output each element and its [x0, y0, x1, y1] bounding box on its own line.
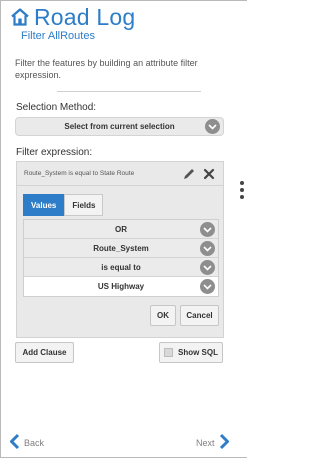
clause-row-value: Route_System	[93, 243, 149, 253]
clause-row-field[interactable]: Route_System	[24, 239, 218, 258]
ok-button[interactable]: OK	[150, 305, 176, 326]
clause-rows: OR Route_System is equal to US Highway	[23, 219, 219, 297]
clause-row-value: US Highway	[97, 282, 145, 291]
page-title: Road Log	[34, 4, 136, 30]
chevron-left-icon	[9, 433, 20, 452]
cancel-button[interactable]: Cancel	[180, 305, 219, 326]
close-icon[interactable]	[201, 166, 217, 182]
next-label: Next	[196, 437, 215, 448]
add-clause-button[interactable]: Add Clause	[15, 342, 74, 363]
clause-header: Route_System is equal to State Route	[17, 162, 223, 186]
description-text: Filter the features by building an attri…	[15, 58, 198, 80]
clause-row-comparison[interactable]: is equal to	[24, 258, 218, 277]
chevron-down-icon[interactable]	[200, 222, 215, 237]
next-button[interactable]: Next	[196, 433, 230, 452]
page-subtitle: Filter AllRoutes	[21, 30, 95, 42]
dot	[240, 195, 244, 199]
back-label: Back	[24, 437, 45, 448]
divider	[57, 91, 201, 92]
home-icon	[10, 7, 30, 27]
filter-clause-panel: Route_System is equal to State Route Val…	[16, 161, 224, 338]
clause-row-value: is equal to	[101, 262, 141, 272]
back-button[interactable]: Back	[9, 433, 44, 452]
chevron-down-icon[interactable]	[205, 119, 220, 134]
clause-row-value-select[interactable]: US Highway	[24, 277, 218, 296]
selection-method-value: Select from current selection	[64, 122, 175, 131]
chevron-down-icon[interactable]	[200, 279, 215, 294]
chevron-down-icon[interactable]	[200, 241, 215, 256]
selection-method-select[interactable]: Select from current selection	[15, 117, 224, 136]
show-sql-toggle[interactable]: Show SQL	[159, 342, 223, 363]
selection-method-label: Selection Method:	[16, 102, 97, 113]
clause-row-value: OR	[115, 224, 127, 234]
clause-title: Route_System is equal to State Route	[24, 170, 135, 177]
pencil-icon[interactable]	[181, 166, 197, 182]
title-row: Road Log	[10, 4, 210, 30]
filter-expression-label: Filter expression:	[16, 147, 93, 158]
more-vertical-icon[interactable]	[240, 181, 244, 202]
chevron-down-icon[interactable]	[200, 260, 215, 275]
dot	[240, 181, 244, 185]
chevron-right-icon	[219, 433, 230, 452]
dot	[240, 188, 244, 192]
clause-tabs: Values Fields	[23, 194, 104, 216]
show-sql-checkbox[interactable]	[164, 348, 173, 357]
clause-row-operator[interactable]: OR	[24, 220, 218, 239]
header: Road Log	[10, 4, 210, 30]
show-sql-label: Show SQL	[178, 348, 218, 357]
tab-fields[interactable]: Fields	[64, 194, 104, 216]
tab-values[interactable]: Values	[23, 194, 65, 216]
